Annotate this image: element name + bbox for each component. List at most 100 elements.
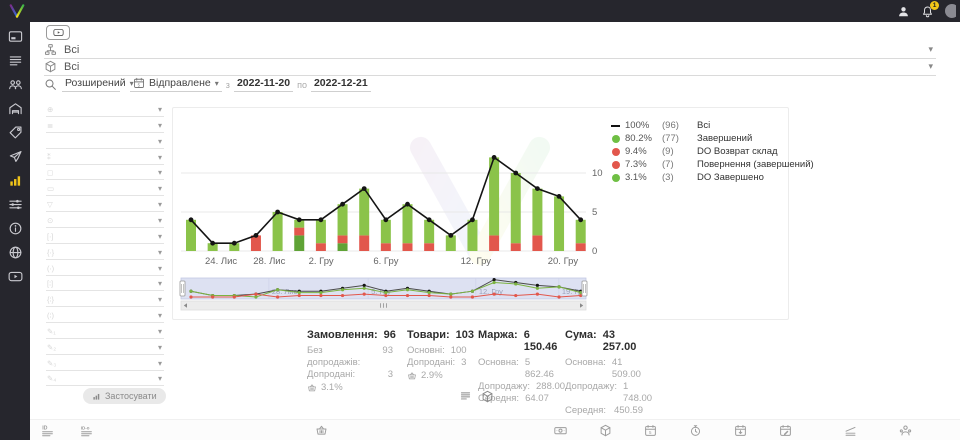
sidebar-item-analytics[interactable] bbox=[8, 173, 23, 188]
legend-item[interactable]: 3.1%(3)DO Завершено bbox=[611, 171, 814, 184]
app-logo-icon[interactable] bbox=[7, 1, 27, 21]
legend-pct: 9.4% bbox=[625, 146, 657, 157]
filter-dropdown-17[interactable]: ✎₃▾ bbox=[46, 356, 164, 371]
product-group-dropdown[interactable]: Всі ▾ bbox=[44, 58, 936, 76]
bracket-square-dots-icon: [∶] bbox=[47, 279, 53, 288]
funnel-icon: ▽ bbox=[47, 200, 53, 209]
stat-sub-label: Без допродажів: bbox=[307, 345, 376, 369]
svg-text:ID-o: ID-o bbox=[81, 425, 90, 430]
users-icon: ⁑ bbox=[47, 153, 51, 162]
stat-title: Сума: bbox=[565, 329, 597, 353]
clock-icon[interactable] bbox=[689, 424, 702, 437]
notifications-bell-icon[interactable]: 1 bbox=[921, 5, 934, 18]
chart-icon bbox=[92, 392, 101, 401]
filter-dropdown-1[interactable]: ⊕▾ bbox=[46, 102, 164, 117]
money-icon[interactable] bbox=[554, 424, 567, 437]
calendar-send-icon[interactable] bbox=[734, 424, 747, 437]
pencil-1-icon: ✎₁ bbox=[47, 327, 56, 336]
legend-label: Повернення (завершений) bbox=[697, 159, 814, 170]
stat-sub-value: 64.07 bbox=[525, 393, 549, 405]
stat-title: Маржа: bbox=[478, 329, 518, 353]
sidebar-item-info[interactable] bbox=[8, 221, 23, 236]
sidebar-item-warehouse[interactable] bbox=[8, 101, 23, 116]
chevron-down-icon: ▾ bbox=[158, 168, 162, 177]
filter-dropdown-10[interactable]: {∙}▾ bbox=[46, 245, 164, 260]
person-network-icon[interactable] bbox=[899, 424, 912, 437]
video-tutorial-button[interactable] bbox=[46, 25, 70, 40]
filter-dropdown-9[interactable]: [∙]▾ bbox=[46, 229, 164, 244]
basket-icon bbox=[307, 383, 317, 393]
filter-dropdown-4[interactable]: ⁑▾ bbox=[46, 150, 164, 165]
filter-dropdown-15[interactable]: ✎₁▾ bbox=[46, 324, 164, 339]
svg-text:0: 0 bbox=[592, 246, 597, 257]
apply-button[interactable]: Застосувати bbox=[83, 388, 166, 404]
search-mode-dropdown[interactable]: Розширений ▾ bbox=[62, 77, 120, 92]
filter-dropdown-6[interactable]: ▭▾ bbox=[46, 181, 164, 196]
stat-sub-label: Допродані: bbox=[407, 357, 455, 369]
date-type-dropdown[interactable]: 5 Відправлене ▾ bbox=[130, 77, 222, 92]
sidebar-item-video-help[interactable] bbox=[8, 269, 23, 284]
sidebar-item-price-tag[interactable] bbox=[8, 125, 23, 140]
filter-dropdown-11[interactable]: (∙)▾ bbox=[46, 261, 164, 276]
filter-dropdown-12[interactable]: [∶]▾ bbox=[46, 276, 164, 291]
stat-sub-value: 1 748.00 bbox=[623, 381, 652, 405]
sitemap-icon bbox=[44, 43, 57, 56]
stat-sub-value: 100 bbox=[451, 345, 467, 357]
date-from-input[interactable]: 2022-11-20 bbox=[234, 77, 293, 92]
search-mode-value: Розширений bbox=[65, 77, 126, 89]
chevron-down-icon: ▾ bbox=[215, 79, 219, 88]
apply-label: Застосувати bbox=[105, 391, 157, 401]
sidebar-item-settings-sliders[interactable] bbox=[8, 197, 23, 212]
sidebar bbox=[0, 22, 30, 440]
user-profile-icon[interactable] bbox=[897, 5, 910, 18]
filter-dropdown-18[interactable]: ✎₄▾ bbox=[46, 371, 164, 386]
package-icon[interactable] bbox=[599, 424, 612, 437]
sidebar-item-orders[interactable] bbox=[8, 53, 23, 68]
search-row: Розширений ▾ 5 Відправлене ▾ з 2022-11-2… bbox=[44, 76, 371, 93]
layers-icon[interactable] bbox=[844, 424, 857, 437]
date-type-value: Відправлене bbox=[149, 77, 211, 89]
legend-item[interactable]: 9.4%(9)DO Возврат склад bbox=[611, 145, 814, 158]
filter-dropdown-3[interactable]: ▾ bbox=[46, 134, 164, 149]
avatar[interactable] bbox=[945, 0, 956, 22]
legend-pct: 80.2% bbox=[625, 133, 657, 144]
bottom-toolbar: ID ID-o 5 bbox=[30, 419, 960, 440]
stat-value: 103 bbox=[456, 329, 474, 341]
svg-text:12. Гру: 12. Гру bbox=[461, 256, 492, 267]
screen-icon: ▭ bbox=[47, 184, 54, 193]
filter-dropdown-2[interactable]: ≣▾ bbox=[46, 118, 164, 133]
legend-item[interactable]: 80.2%(77)Завершений bbox=[611, 132, 814, 145]
legend-pct: 7.3% bbox=[625, 159, 657, 170]
basket-pct: 2.9% bbox=[421, 370, 443, 381]
calendar-edit-icon[interactable] bbox=[779, 424, 792, 437]
sidebar-item-dashboard[interactable] bbox=[8, 29, 23, 44]
sidebar-item-customers[interactable] bbox=[8, 77, 23, 92]
basket-icon[interactable] bbox=[315, 424, 328, 437]
filter-dropdown-14[interactable]: (∶)▾ bbox=[46, 308, 164, 323]
navigator-handle-right[interactable] bbox=[582, 281, 587, 296]
navigator-handle-left[interactable] bbox=[180, 281, 185, 296]
status-group-dropdown[interactable]: Всі ▾ bbox=[44, 41, 936, 59]
svg-text:28. Лис: 28. Лис bbox=[253, 256, 285, 267]
bracket-square-icon: [∙] bbox=[47, 232, 53, 241]
legend-item[interactable]: 7.3%(7)Повернення (завершений) bbox=[611, 158, 814, 171]
stat-column: Товари:103Основні:100Допродані:32.9% bbox=[407, 329, 459, 381]
package-view-button[interactable] bbox=[481, 390, 494, 403]
legend-item[interactable]: 100%(96)Всі bbox=[611, 119, 814, 132]
filter-dropdown-8[interactable]: ⊙▾ bbox=[46, 213, 164, 228]
date-to-input[interactable]: 2022-12-21 bbox=[311, 77, 371, 92]
sidebar-item-dispatch[interactable] bbox=[8, 149, 23, 164]
filter-dropdown-13[interactable]: {∶}▾ bbox=[46, 292, 164, 307]
id-link-icon[interactable]: ID-o bbox=[80, 424, 93, 437]
svg-text:24. Лис: 24. Лис bbox=[205, 256, 237, 267]
list-view-button[interactable] bbox=[459, 390, 472, 403]
chevron-down-icon: ▾ bbox=[158, 374, 162, 383]
filter-dropdown-7[interactable]: ▽▾ bbox=[46, 197, 164, 212]
id-list-icon[interactable]: ID bbox=[41, 424, 54, 437]
chevron-down-icon: ▾ bbox=[158, 248, 162, 257]
calendar-icon[interactable]: 5 bbox=[644, 424, 657, 437]
sidebar-item-integrations[interactable] bbox=[8, 245, 23, 260]
bracket-curly-dots-icon: {∶} bbox=[47, 295, 54, 304]
filter-dropdown-5[interactable]: ◻▾ bbox=[46, 165, 164, 180]
filter-dropdown-16[interactable]: ✎₂▾ bbox=[46, 340, 164, 355]
